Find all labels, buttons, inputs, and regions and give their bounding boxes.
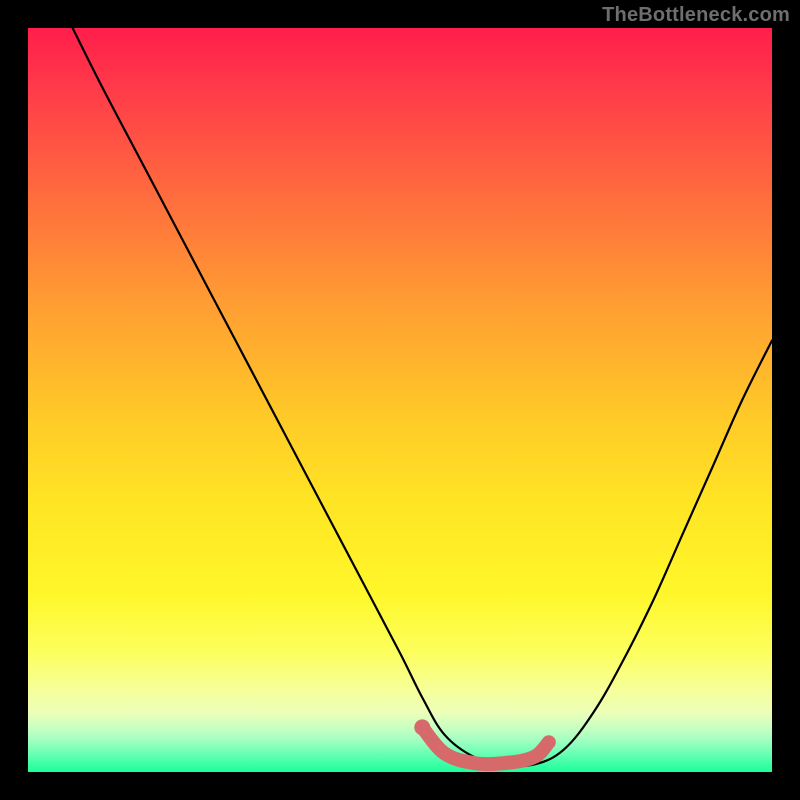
optimal-start-dot-icon: [414, 719, 430, 735]
watermark-label: TheBottleneck.com: [602, 4, 790, 27]
chart-svg: [28, 28, 772, 772]
bottleneck-curve: [73, 28, 772, 766]
chart-frame: TheBottleneck.com: [0, 0, 800, 800]
optimal-highlight: [422, 727, 549, 764]
